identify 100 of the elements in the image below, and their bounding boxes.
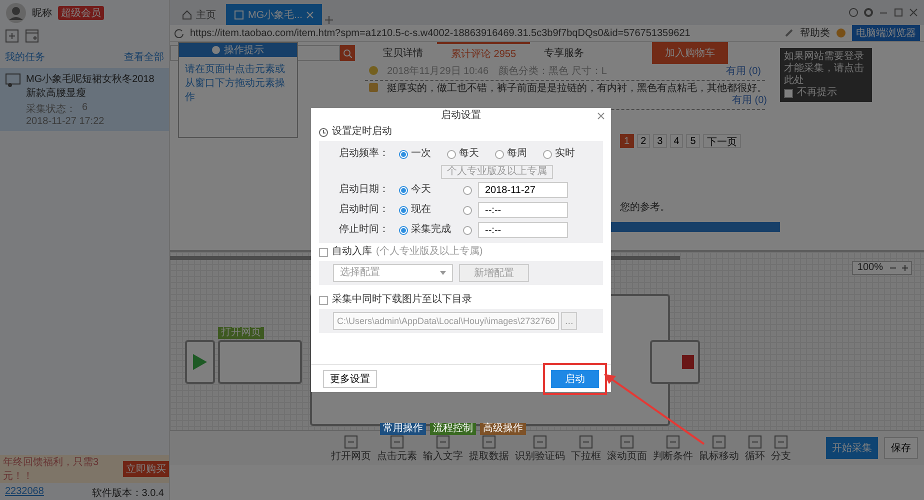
new-config-button[interactable]: 新增配置	[459, 264, 529, 282]
tool-icon	[533, 435, 547, 449]
tool-button[interactable]: 滚动页面	[606, 435, 648, 463]
option-label: 现在	[411, 204, 431, 216]
radio-button[interactable]	[543, 150, 552, 158]
tool-button[interactable]: 下拉框	[570, 435, 602, 463]
flow-node[interactable]	[218, 340, 302, 384]
page-link[interactable]: 4	[670, 134, 684, 148]
help-link[interactable]: 帮助类	[800, 26, 830, 40]
radio-button[interactable]	[399, 226, 408, 234]
option-label: 实时	[555, 148, 575, 160]
radio-button[interactable]	[447, 150, 456, 158]
start-collect-button[interactable]: 开始采集	[826, 437, 878, 459]
stop-icon	[682, 355, 694, 369]
save-button[interactable]: 保存	[884, 437, 918, 459]
add-icon[interactable]	[5, 29, 19, 43]
search-button[interactable]	[340, 45, 355, 61]
tool-button[interactable]: 输入文字	[422, 435, 464, 463]
option-label: 每天	[459, 148, 479, 160]
useful-link[interactable]: 有用 (0)	[732, 95, 767, 107]
new-task-icon[interactable]	[25, 29, 39, 43]
tool-button[interactable]: 判断条件	[652, 435, 694, 463]
task-item[interactable]: MG小象毛呢短裙女秋冬2018新款高腰显瘦 采集状态： 6 2018-11-27 17:22	[0, 68, 169, 131]
radio-button[interactable]	[399, 186, 408, 194]
tool-icon	[748, 435, 762, 449]
radio-button[interactable]	[463, 206, 472, 214]
radio-button[interactable]	[399, 150, 408, 158]
close-icon	[306, 10, 314, 18]
avatar-icon[interactable]	[6, 3, 26, 23]
tool-icon	[344, 435, 358, 449]
checkbox-label: 采集中同时下载图片至以下目录	[332, 294, 472, 306]
account-link[interactable]: 2232068	[5, 486, 44, 497]
maximize-icon[interactable]	[894, 8, 903, 17]
checkbox[interactable]	[319, 296, 328, 304]
highlight-frame	[543, 362, 607, 394]
close-button[interactable]	[597, 112, 605, 120]
url-field[interactable]: https://item.taobao.com/item.htm?spm=a1z10.5-c-s.w4002-18863916469.31.5c3b9f7bqDQs0&id=576751359621	[190, 28, 778, 38]
reviewer-avatar	[369, 66, 381, 78]
browse-button[interactable]: ...	[561, 312, 578, 330]
coin-icon[interactable]	[836, 28, 846, 38]
play-icon	[193, 354, 207, 370]
path-field[interactable]: C:\Users\admin\AppData\Local\Houyi\images\2732760	[333, 312, 560, 330]
page-icon	[234, 10, 244, 20]
caret-icon	[440, 271, 446, 275]
tool-button[interactable]: 循环	[744, 435, 766, 463]
tooltip-text: 如果网站需要登录才能采集，请点击此处	[784, 51, 864, 86]
dont-show-checkbox[interactable]	[784, 88, 793, 98]
task-time: 2018-11-27 17:22	[26, 116, 104, 127]
reviewer-avatar	[369, 83, 381, 95]
page-link[interactable]: 下一页	[702, 134, 741, 148]
tool-icon	[390, 435, 404, 449]
home-icon	[182, 10, 192, 20]
section-title: 我的任务	[5, 50, 45, 64]
settings-icon[interactable]	[864, 8, 873, 17]
edit-icon[interactable]	[784, 28, 794, 38]
radio-button[interactable]	[463, 186, 472, 194]
start-node[interactable]	[185, 340, 215, 384]
useful-link[interactable]: 有用 (0)	[726, 66, 761, 78]
version-text: 软件版本：3.0.4	[92, 486, 164, 497]
tool-button[interactable]: 识别验证码	[514, 435, 566, 463]
buy-button[interactable]: 立即购买	[123, 461, 169, 477]
option-label: 每周	[507, 148, 527, 160]
tool-button[interactable]: 鼠标移动	[698, 435, 740, 463]
tool-button[interactable]: 点击元素	[376, 435, 418, 463]
tool-button[interactable]: 分支	[770, 435, 792, 463]
value-field[interactable]: --:--	[478, 222, 568, 238]
radio-button[interactable]	[399, 206, 408, 214]
tool-button[interactable]: 提取数据	[468, 435, 510, 463]
page-link[interactable]: 3	[653, 134, 667, 148]
value-field[interactable]: 2018-11-27	[478, 182, 568, 198]
zoom-level: 100%	[856, 262, 884, 274]
add-to-cart-button[interactable]: 加入购物车	[652, 42, 728, 64]
option-label: 采集完成	[411, 224, 451, 236]
radio-button[interactable]	[495, 150, 504, 158]
tool-icon	[774, 435, 788, 449]
value-field[interactable]: --:--	[478, 202, 568, 218]
page-link[interactable]: 5	[686, 134, 700, 148]
start-button[interactable]: 启动	[551, 370, 599, 388]
category-tag[interactable]: 高级操作	[480, 423, 526, 435]
browser-tab[interactable]: MG小象毛...	[226, 4, 322, 25]
end-node[interactable]	[650, 340, 700, 384]
close-icon[interactable]	[909, 8, 918, 17]
info-icon[interactable]	[849, 8, 858, 17]
task-status: 采集状态：	[26, 102, 76, 116]
tool-icon	[482, 435, 496, 449]
category-tag[interactable]: 常用操作	[380, 423, 426, 435]
view-all-link[interactable]: 查看全部	[124, 50, 164, 64]
page-link[interactable]: 2	[636, 134, 650, 148]
category-tag[interactable]: 流程控制	[430, 423, 476, 435]
tool-button[interactable]: 打开网页	[330, 435, 372, 463]
checkbox[interactable]	[319, 248, 328, 256]
new-tab-icon[interactable]	[324, 15, 334, 25]
page-link[interactable]: 1	[620, 134, 634, 148]
more-settings-button[interactable]: 更多设置	[323, 370, 377, 388]
zoom-in-icon[interactable]	[899, 262, 911, 274]
radio-button[interactable]	[463, 226, 472, 234]
review-text: 挺厚实的，做工也不错，裤子前面是是拉链的，有内衬，黑色有点粘毛，其他都很好。	[387, 83, 767, 95]
refresh-icon[interactable]	[174, 28, 184, 38]
config-select[interactable]: 选择配置	[333, 264, 453, 282]
browser-mode-button[interactable]: 电脑端浏览器	[852, 25, 920, 41]
